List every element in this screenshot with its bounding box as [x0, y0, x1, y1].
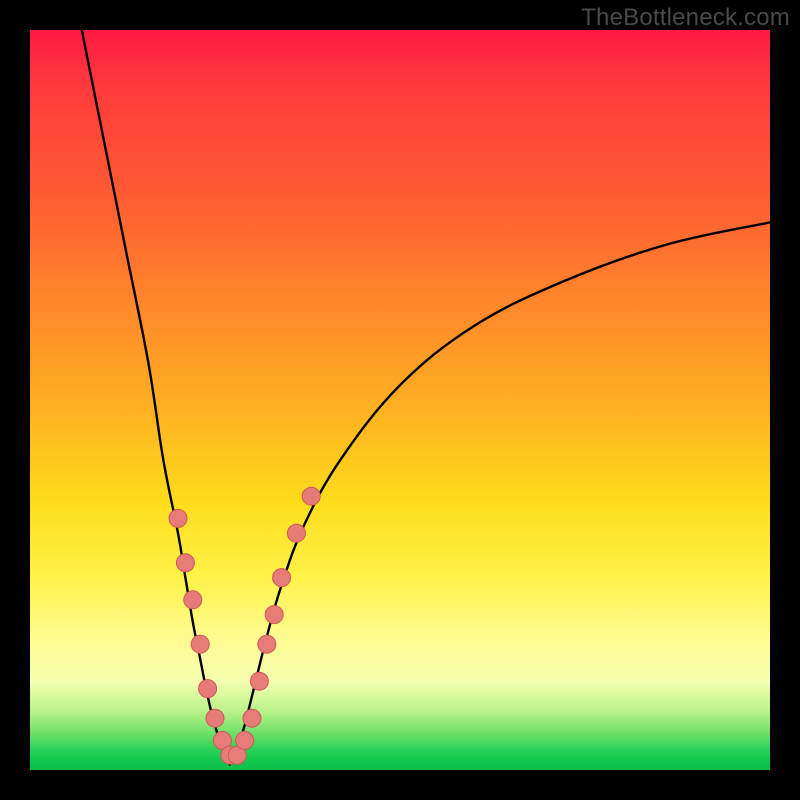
data-marker [258, 635, 276, 653]
data-marker [287, 524, 305, 542]
data-marker [169, 509, 187, 527]
data-marker [236, 731, 254, 749]
data-marker [302, 487, 320, 505]
marker-group [169, 487, 320, 764]
data-marker [206, 709, 224, 727]
curve-group [82, 30, 770, 765]
data-marker [221, 746, 239, 764]
plot-area [30, 30, 770, 770]
data-marker [184, 591, 202, 609]
data-marker [176, 554, 194, 572]
watermark-text: TheBottleneck.com [581, 4, 790, 32]
data-marker [273, 569, 291, 587]
bottleneck-curve [82, 30, 770, 765]
data-marker [228, 746, 246, 764]
chart-frame: TheBottleneck.com [0, 0, 800, 800]
chart-svg [30, 30, 770, 770]
data-marker [199, 680, 217, 698]
data-marker [243, 709, 261, 727]
data-marker [191, 635, 209, 653]
data-marker [265, 606, 283, 624]
data-marker [213, 731, 231, 749]
data-marker [250, 672, 268, 690]
